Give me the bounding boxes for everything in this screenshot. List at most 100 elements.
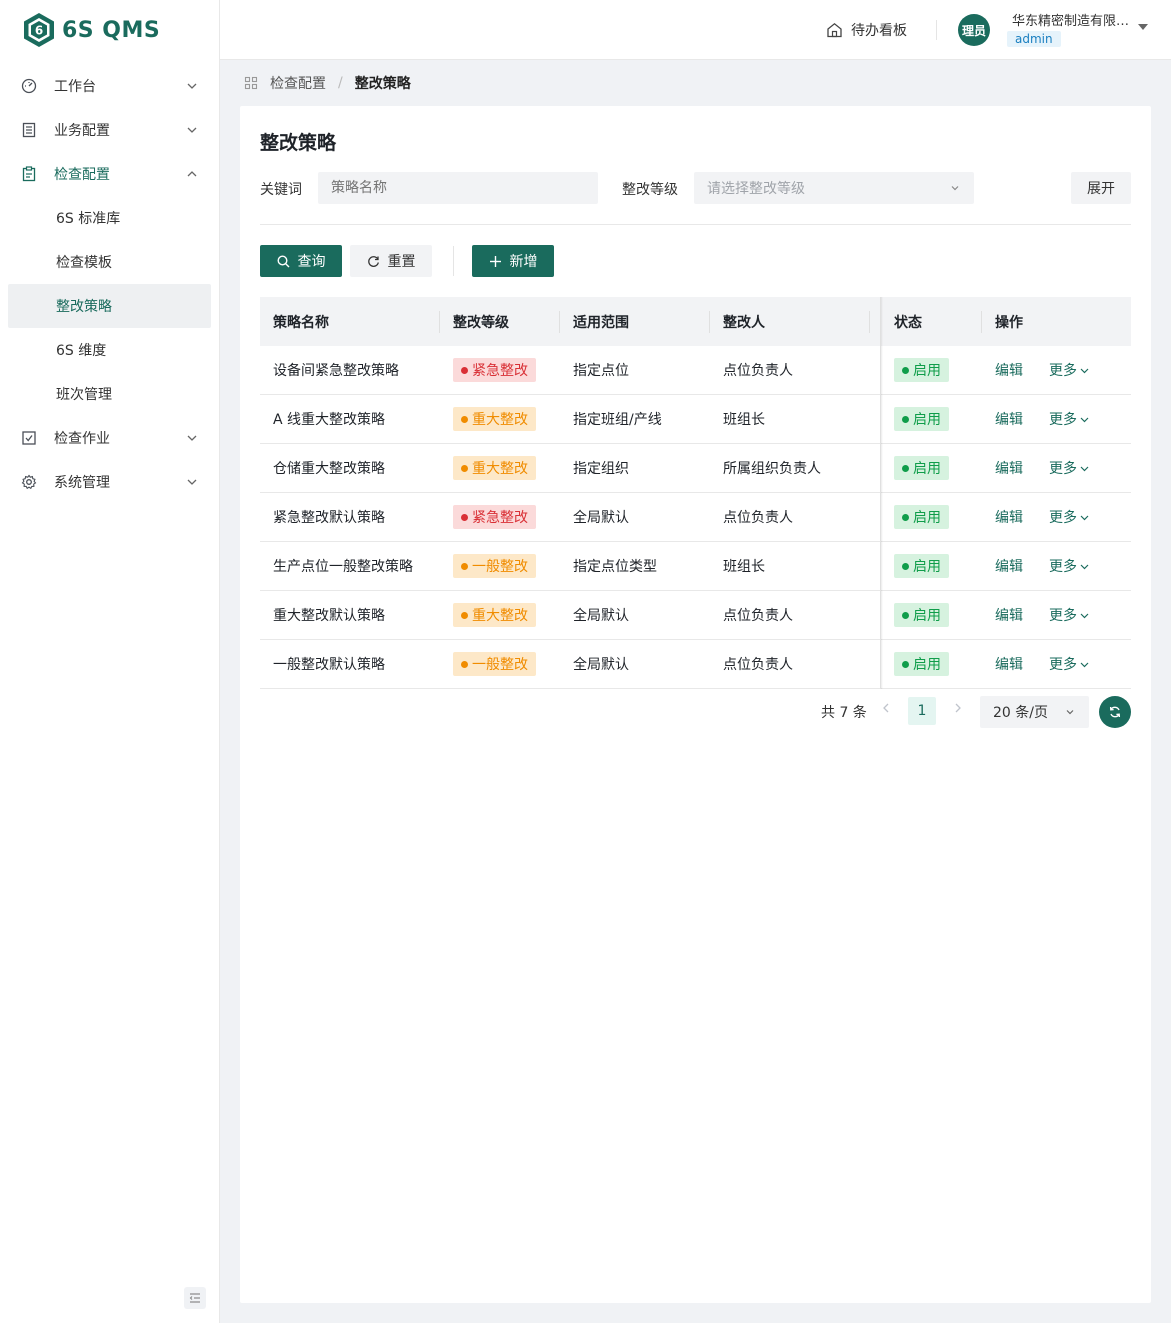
refresh-icon <box>367 255 379 267</box>
table-row: 设备间紧急整改策略 紧急整改 指定点位 点位负责人 启用 编辑 更多 <box>260 346 1131 395</box>
edit-link[interactable]: 编辑 <box>995 458 1023 478</box>
page-size-select[interactable]: 20 条/页 <box>980 696 1089 728</box>
table-row: 仓储重大整改策略 重大整改 指定组织 所属组织负责人 启用 编辑 更多 <box>260 444 1131 493</box>
sidebar-item-label: 检查作业 <box>54 431 110 447</box>
sidebar-subitem-inspection-template[interactable]: 检查模板 <box>0 240 219 284</box>
level-cell: 重大整改 <box>440 591 560 639</box>
policy-name-cell: 紧急整改默认策略 <box>273 510 385 526</box>
operations-cell: 编辑 更多 <box>982 640 1131 688</box>
policy-name-cell: 重大整改默认策略 <box>273 608 385 624</box>
operations-cell: 编辑 更多 <box>982 493 1131 541</box>
level-cell: 一般整改 <box>440 640 560 688</box>
prev-page-button[interactable] <box>881 702 891 718</box>
edit-link[interactable]: 编辑 <box>995 507 1023 527</box>
level-tag-label: 重大整改 <box>472 412 528 428</box>
level-select[interactable]: 请选择整改等级 <box>694 172 974 204</box>
more-label: 更多 <box>1049 559 1077 575</box>
sidebar-item-system-management[interactable]: 系统管理 <box>0 460 219 504</box>
status-dot-icon <box>902 366 909 374</box>
sidebar-subitem-6s-dimension[interactable]: 6S 维度 <box>0 328 219 372</box>
sidebar-item-workbench[interactable]: 工作台 <box>0 64 219 108</box>
add-button[interactable]: 新增 <box>472 245 554 277</box>
sidebar: 6 6S QMS 工作台 业务配置 检查配置 6S 标准库 检查模板 整改策略 … <box>0 0 220 1323</box>
logo-text: 6S QMS <box>62 17 161 43</box>
status-dot-icon <box>461 513 468 521</box>
gear-icon <box>20 473 38 491</box>
table-row: A 线重大整改策略 重大整改 指定班组/产线 班组长 启用 编辑 更多 <box>260 395 1131 444</box>
expand-filters-button[interactable]: 展开 <box>1071 172 1131 204</box>
policy-name-cell: 仓储重大整改策略 <box>273 461 385 477</box>
status-badge-label: 启用 <box>913 461 941 477</box>
chevron-down-icon <box>951 186 959 191</box>
more-dropdown[interactable]: 更多 <box>1049 409 1090 429</box>
status-dot-icon <box>902 415 909 423</box>
avatar[interactable]: 理员 <box>958 14 990 46</box>
status-badge-label: 启用 <box>913 657 941 673</box>
level-tag: 紧急整改 <box>453 358 536 382</box>
sidebar-item-inspection-work[interactable]: 检查作业 <box>0 416 219 460</box>
more-dropdown[interactable]: 更多 <box>1049 605 1090 625</box>
sidebar-subitem-shift-management[interactable]: 班次管理 <box>0 372 219 416</box>
sidebar-subitem-rectification-policy[interactable]: 整改策略 <box>8 284 211 328</box>
page-number-current[interactable]: 1 <box>908 697 936 725</box>
sidebar-nav: 工作台 业务配置 检查配置 6S 标准库 检查模板 整改策略 6S 维度 班次管… <box>0 60 219 504</box>
sidebar-item-business-config[interactable]: 业务配置 <box>0 108 219 152</box>
status-dot-icon <box>461 464 468 472</box>
chevron-down-icon <box>187 83 197 89</box>
sidebar-item-label: 系统管理 <box>54 475 110 491</box>
sidebar-subitem-6s-standard[interactable]: 6S 标准库 <box>0 196 219 240</box>
level-cell: 一般整改 <box>440 542 560 590</box>
chevron-down-icon <box>1080 466 1089 471</box>
refresh-button[interactable] <box>1099 696 1131 728</box>
chevron-down-icon <box>1080 417 1089 422</box>
status-dot-icon <box>902 464 909 472</box>
level-tag-label: 一般整改 <box>472 559 528 575</box>
breadcrumb-parent[interactable]: 检查配置 <box>270 73 326 93</box>
chevron-down-icon <box>187 127 197 133</box>
assignee-cell: 班组长 <box>723 559 765 575</box>
more-dropdown[interactable]: 更多 <box>1049 458 1090 478</box>
status-cell: 启用 <box>881 640 982 688</box>
edit-link[interactable]: 编辑 <box>995 605 1023 625</box>
operations-cell: 编辑 更多 <box>982 346 1131 394</box>
header-divider <box>936 20 937 40</box>
status-badge: 启用 <box>894 407 949 431</box>
chevron-down-icon <box>187 479 197 485</box>
level-tag: 一般整改 <box>453 652 536 676</box>
more-label: 更多 <box>1049 657 1077 673</box>
reset-button[interactable]: 重置 <box>350 245 432 277</box>
button-divider <box>453 246 454 276</box>
role-badge: admin <box>1007 31 1061 47</box>
scope-cell: 全局默认 <box>573 608 629 624</box>
status-badge-label: 启用 <box>913 559 941 575</box>
keyword-label: 关键词 <box>260 182 302 198</box>
level-tag: 紧急整改 <box>453 505 536 529</box>
edit-link[interactable]: 编辑 <box>995 360 1023 380</box>
level-cell: 紧急整改 <box>440 346 560 394</box>
column-spacer <box>870 444 881 492</box>
more-dropdown[interactable]: 更多 <box>1049 360 1090 380</box>
todo-board-link[interactable]: 待办看板 <box>826 20 907 40</box>
column-spacer <box>870 395 881 443</box>
operations-cell: 编辑 更多 <box>982 444 1131 492</box>
more-dropdown[interactable]: 更多 <box>1049 507 1090 527</box>
column-header: 操作 <box>995 314 1023 331</box>
more-dropdown[interactable]: 更多 <box>1049 556 1090 576</box>
edit-link[interactable]: 编辑 <box>995 556 1023 576</box>
more-label: 更多 <box>1049 412 1077 428</box>
sidebar-item-inspection-config[interactable]: 检查配置 <box>0 152 219 196</box>
status-badge: 启用 <box>894 505 949 529</box>
policy-name-cell: 一般整改默认策略 <box>273 657 385 673</box>
query-button[interactable]: 查询 <box>260 245 342 277</box>
keyword-input[interactable] <box>318 172 598 204</box>
next-page-button[interactable] <box>953 702 963 718</box>
logo: 6 6S QMS <box>0 0 219 60</box>
edit-link[interactable]: 编辑 <box>995 409 1023 429</box>
edit-link[interactable]: 编辑 <box>995 654 1023 674</box>
list-icon <box>20 121 38 139</box>
caret-down-icon[interactable] <box>1138 24 1148 30</box>
more-dropdown[interactable]: 更多 <box>1049 654 1090 674</box>
collapse-sidebar-button[interactable] <box>184 1287 206 1309</box>
chevron-left-icon <box>883 703 889 713</box>
status-dot-icon <box>902 513 909 521</box>
